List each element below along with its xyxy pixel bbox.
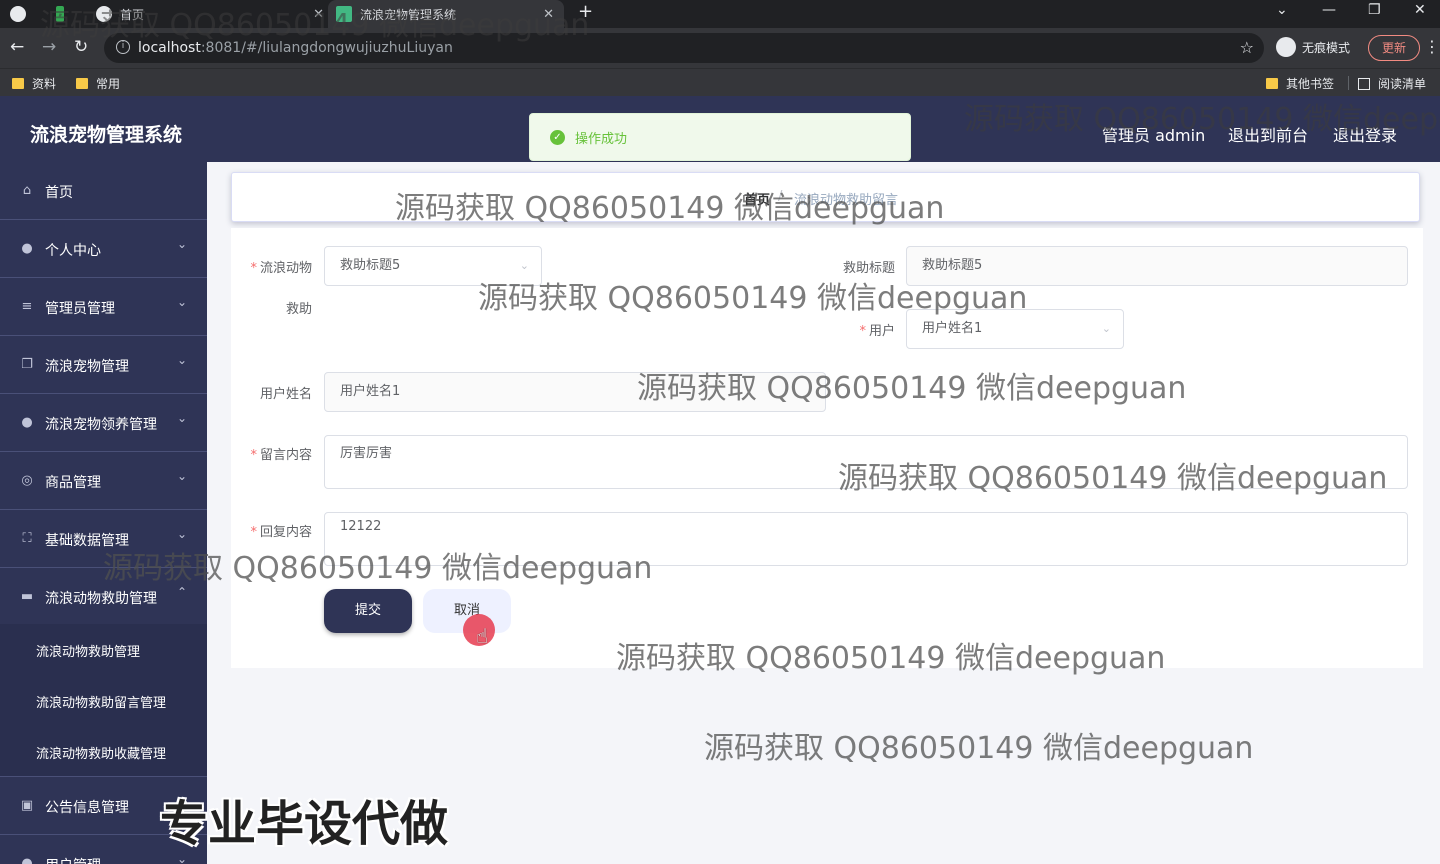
bookmark-folder[interactable]: 常用 xyxy=(76,75,120,92)
sidebar-item-base-data[interactable]: ⛶ 基础数据管理 ⌄ xyxy=(0,510,207,568)
url-text: localhost:8081/#/liulangdongwujiuzhuLiuy… xyxy=(138,40,453,56)
other-bookmarks[interactable]: 其他书签 xyxy=(1266,75,1334,92)
globe-icon xyxy=(96,6,112,22)
user-icon: ● xyxy=(21,241,33,256)
pinned-tab-icon[interactable] xyxy=(56,0,72,28)
username-label: 用户姓名 xyxy=(259,387,312,402)
chevron-up-icon: ⌃ xyxy=(176,585,187,599)
url-field[interactable]: i localhost:8081/#/liulangdongwujiuzhuLi… xyxy=(104,33,1264,63)
folder-icon xyxy=(1266,78,1278,89)
folder-icon xyxy=(76,78,88,89)
success-toast: ✓ 操作成功 xyxy=(529,113,911,161)
chevron-down-icon: ⌄ xyxy=(176,527,187,541)
app-title: 流浪宠物管理系统 xyxy=(30,124,183,146)
vue-icon xyxy=(336,6,352,22)
copy-icon: ❐ xyxy=(21,357,33,372)
sidebar-item-pets[interactable]: ❐ 流浪宠物管理 ⌄ xyxy=(0,336,207,394)
folder-icon xyxy=(12,78,24,89)
user-icon: ● xyxy=(21,856,33,864)
rescue-title-label: 救助标题 xyxy=(842,261,895,276)
breadcrumb-current: 流浪动物救助留言 xyxy=(794,193,899,208)
sidebar-item-personal-center[interactable]: ● 个人中心 ⌄ xyxy=(0,220,207,278)
reading-list[interactable]: 阅读清单 xyxy=(1358,75,1426,92)
tab-search-icon[interactable]: ⌄ xyxy=(1276,2,1288,18)
sidebar: ⌂ 首页 ● 个人中心 ⌄ ≡ 管理员管理 ⌄ ❐ 流浪宠物管理 ⌄ ● 流浪宠… xyxy=(0,162,207,864)
toast-message: 操作成功 xyxy=(575,131,628,147)
reload-icon[interactable]: ↻ xyxy=(74,37,88,57)
address-bar: ← → ↻ i localhost:8081/#/liulangdongwuji… xyxy=(0,28,1440,68)
tab-label: 首页 xyxy=(120,7,145,22)
reply-label: * 回复内容 xyxy=(250,525,312,540)
info-icon[interactable]: i xyxy=(116,40,130,54)
animal-label-line2: 救助 xyxy=(285,302,312,317)
user-select[interactable]: 用户姓名1 ⌄ xyxy=(906,309,1124,349)
reading-list-icon xyxy=(1358,77,1370,90)
breadcrumb-separator: / xyxy=(778,189,783,204)
tab-home[interactable]: 首页 ✕ xyxy=(88,0,324,28)
list-icon: ≡ xyxy=(21,299,33,314)
breadcrumb: 首页 / 流浪动物救助留言 xyxy=(231,172,1420,222)
bookmark-star-icon[interactable]: ☆ xyxy=(1240,38,1254,57)
tab-app[interactable]: 流浪宠物管理系统 ✕ xyxy=(328,0,564,28)
doc-icon: ▣ xyxy=(20,798,34,813)
chevron-down-icon: ⌄ xyxy=(176,353,187,367)
chevron-down-icon: ⌄ xyxy=(176,237,187,251)
tab-label: 流浪宠物管理系统 xyxy=(360,7,457,22)
message-textarea[interactable]: 厉害厉害 xyxy=(324,435,1408,489)
animal-select[interactable]: 救助标题5 ⌄ xyxy=(324,246,542,286)
sidebar-subitem-rescue-message[interactable]: 流浪动物救助留言管理 xyxy=(0,675,207,726)
promo-text: 专业毕设代做 xyxy=(160,796,449,852)
bookmark-folder[interactable]: 资料 xyxy=(12,75,56,92)
sidebar-item-adoption[interactable]: ● 流浪宠物领养管理 ⌄ xyxy=(0,394,207,452)
close-icon[interactable]: ✕ xyxy=(543,7,554,22)
chevron-down-icon: ⌄ xyxy=(176,411,187,425)
back-icon[interactable]: ← xyxy=(10,37,24,57)
incognito-indicator[interactable]: 无痕模式 xyxy=(1276,37,1350,57)
message-label: * 留言内容 xyxy=(250,448,312,463)
minimize-icon[interactable]: — xyxy=(1322,2,1336,18)
home-icon: ⌂ xyxy=(22,183,32,198)
update-button[interactable]: 更新 xyxy=(1368,35,1420,61)
frame-icon: ⛶ xyxy=(22,531,32,546)
browser-menu-icon[interactable] xyxy=(10,0,40,28)
chevron-down-icon: ⌄ xyxy=(1101,322,1111,335)
sidebar-item-admin[interactable]: ≡ 管理员管理 ⌄ xyxy=(0,278,207,336)
browser-tab-bar: 首页 ✕ 流浪宠物管理系统 ✕ + ⌄ — ❐ ✕ xyxy=(0,0,1440,28)
more-icon[interactable]: ⋮ xyxy=(1424,37,1440,56)
sidebar-item-rescue[interactable]: ▬ 流浪动物救助管理 ⌃ xyxy=(0,568,207,626)
breadcrumb-home[interactable]: 首页 xyxy=(744,189,770,208)
close-icon[interactable]: ✕ xyxy=(313,7,324,22)
animal-label: * 流浪动物 xyxy=(250,261,312,276)
chevron-down-icon: ⌄ xyxy=(176,469,187,483)
incognito-label: 无痕模式 xyxy=(1302,40,1351,55)
divider xyxy=(1348,76,1349,90)
briefcase-icon: ▬ xyxy=(20,589,34,604)
rescue-title-field[interactable]: 救助标题5 xyxy=(906,246,1408,286)
forward-icon[interactable]: → xyxy=(42,37,56,57)
exit-to-front-link[interactable]: 退出到前台 xyxy=(1228,122,1308,146)
window-close-icon[interactable]: ✕ xyxy=(1414,2,1426,18)
sidebar-item-home[interactable]: ⌂ 首页 xyxy=(0,162,207,220)
check-circle-icon: ✓ xyxy=(550,129,565,145)
compass-icon: ◎ xyxy=(21,473,33,488)
user-label: * 用户 xyxy=(859,324,895,339)
user-icon: ● xyxy=(21,415,33,430)
new-tab-icon[interactable]: + xyxy=(578,1,593,22)
incognito-icon xyxy=(1276,37,1296,57)
reply-textarea[interactable]: 12122 xyxy=(324,512,1408,566)
bookmarks-bar: 资料 常用 其他书签 阅读清单 xyxy=(0,68,1440,96)
sidebar-subitem-rescue[interactable]: 流浪动物救助管理 xyxy=(0,624,207,675)
username-field[interactable]: 用户姓名1 xyxy=(324,372,826,412)
hand-cursor-icon: ☝ xyxy=(476,624,489,648)
chevron-down-icon: ⌄ xyxy=(176,295,187,309)
submit-button[interactable]: 提交 xyxy=(324,589,412,633)
admin-label: 管理员 admin xyxy=(1102,126,1206,145)
watermark: 源码获取 QQ86050149 微信deepguan xyxy=(704,731,1254,766)
restore-icon[interactable]: ❐ xyxy=(1368,2,1381,18)
chevron-down-icon: ⌄ xyxy=(519,259,529,272)
logout-link[interactable]: 退出登录 xyxy=(1333,122,1397,146)
sidebar-item-goods[interactable]: ◎ 商品管理 ⌄ xyxy=(0,452,207,510)
sidebar-subitem-rescue-favorite[interactable]: 流浪动物救助收藏管理 xyxy=(0,726,207,777)
